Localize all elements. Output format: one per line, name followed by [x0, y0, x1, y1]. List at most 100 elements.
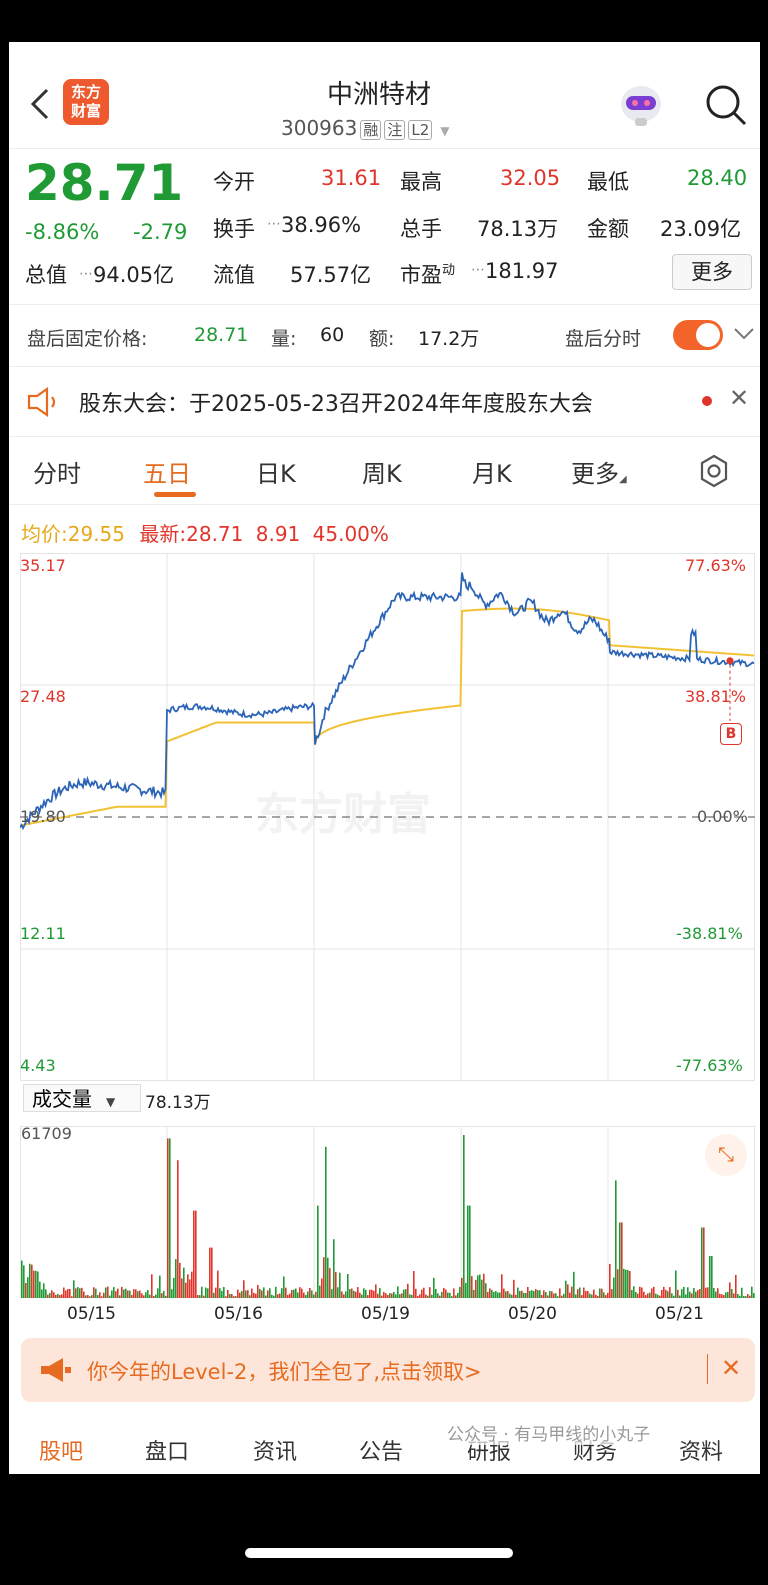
- banner-close-icon[interactable]: ✕: [721, 1354, 741, 1382]
- volume-bar: [231, 1294, 233, 1298]
- volume-bar: [629, 1271, 631, 1298]
- bottom-tab-profile[interactable]: 资料: [679, 1434, 723, 1466]
- tab-day-k[interactable]: 日K: [256, 454, 296, 489]
- tag-margin: 融: [360, 120, 382, 140]
- robot-assistant-icon[interactable]: [617, 82, 665, 128]
- volume-bar: [43, 1283, 45, 1298]
- volume-bar: [619, 1222, 621, 1298]
- info-circle-icon[interactable]: ⋯: [267, 216, 281, 232]
- volume-bar: [393, 1291, 395, 1298]
- app-logo: 东方 财富: [63, 79, 109, 125]
- tab-week-k[interactable]: 周K: [362, 454, 402, 489]
- volume-bar: [605, 1295, 607, 1298]
- after-hours-toggle[interactable]: [673, 320, 723, 350]
- volume-bar: [459, 1286, 461, 1298]
- volume-bar: [593, 1289, 595, 1298]
- right-tick: -77.63%: [676, 1056, 743, 1075]
- date-label: 05/15: [67, 1304, 116, 1324]
- volume-bar: [157, 1288, 159, 1298]
- volume-bar: [295, 1288, 297, 1298]
- volume-bar: [413, 1271, 415, 1298]
- volume-bar: [93, 1287, 95, 1298]
- date-label: 05/21: [655, 1304, 704, 1324]
- bottom-tab-news[interactable]: 资讯: [253, 1434, 297, 1466]
- tag-attention: 注: [384, 120, 406, 140]
- volume-bar: [111, 1290, 113, 1298]
- volume-bar: [55, 1294, 57, 1298]
- volume-bar: [705, 1287, 707, 1298]
- volume-bar: [241, 1290, 243, 1298]
- stock-name: 中洲特材: [327, 80, 432, 110]
- volume-bar: [681, 1289, 683, 1298]
- volume-bar: [143, 1295, 145, 1298]
- right-tick: 0.00%: [697, 807, 748, 826]
- volume-bar: [695, 1291, 697, 1298]
- more-quote-button[interactable]: 更多: [672, 254, 752, 290]
- volume-bar: [119, 1295, 121, 1298]
- search-icon[interactable]: [703, 82, 749, 128]
- volume-bar: [251, 1288, 253, 1298]
- volume-bar: [285, 1287, 287, 1298]
- bottom-tab-guba[interactable]: 股吧: [39, 1434, 83, 1466]
- volume-bar: [519, 1290, 521, 1298]
- volume-bar: [83, 1291, 85, 1298]
- volume-bar: [509, 1293, 511, 1298]
- volume-selector[interactable]: 成交量 ▼: [23, 1084, 141, 1112]
- volume-bar: [37, 1271, 39, 1298]
- volume-bar: [323, 1257, 325, 1298]
- info-circle-icon[interactable]: ⋯: [471, 262, 485, 278]
- volume-bar: [257, 1284, 259, 1298]
- volume-bar: [725, 1292, 727, 1298]
- volume-bar: [493, 1292, 495, 1298]
- volume-bar: [653, 1286, 655, 1298]
- volume-bar: [387, 1294, 389, 1298]
- price-chart[interactable]: [20, 553, 755, 1081]
- volume-bar: [287, 1294, 289, 1298]
- volume-bar: [711, 1256, 713, 1298]
- tab-month-k[interactable]: 月K: [472, 454, 512, 489]
- volume-bar: [533, 1291, 535, 1298]
- info-circle-icon[interactable]: ⋯: [79, 266, 93, 282]
- volume-bar: [451, 1296, 453, 1298]
- volume-bar: [429, 1287, 431, 1298]
- banner-text[interactable]: 你今年的Level-2，我们全包了,点击领取>: [87, 1356, 482, 1386]
- back-arrow-icon[interactable]: [27, 86, 51, 122]
- volume-bar: [89, 1296, 91, 1298]
- notice-text[interactable]: 股东大会：于2025-05-23召开2024年年度股东大会: [79, 386, 593, 418]
- bottom-tab-pankou[interactable]: 盘口: [145, 1434, 189, 1466]
- volume-bar: [425, 1294, 427, 1298]
- turnover-value: ⋯38.96%: [267, 213, 362, 237]
- left-tick: 19.80: [20, 807, 66, 826]
- volume-bar: [59, 1295, 61, 1298]
- volume-bar: [229, 1293, 231, 1298]
- volume-bar: [527, 1287, 529, 1298]
- volume-bar: [477, 1275, 479, 1298]
- volume-bar: [263, 1287, 265, 1298]
- volume-bar: [703, 1227, 705, 1298]
- volume-bar: [715, 1291, 717, 1298]
- volume-bar: [331, 1289, 333, 1298]
- volume-bar: [175, 1259, 177, 1298]
- tab-five-day[interactable]: 五日: [143, 454, 191, 489]
- volume-bar: [557, 1296, 559, 1298]
- tab-more[interactable]: 更多◢: [571, 454, 627, 489]
- volume-bar: [217, 1270, 219, 1298]
- volume-bar: [551, 1291, 553, 1298]
- home-indicator[interactable]: [245, 1548, 513, 1558]
- volume-bar: [599, 1288, 601, 1298]
- volume-bar: [713, 1287, 715, 1298]
- volume-chart[interactable]: [20, 1118, 755, 1298]
- settings-gear-icon[interactable]: [697, 454, 731, 488]
- bottom-tab-announcement[interactable]: 公告: [359, 1434, 403, 1466]
- volume-bar: [35, 1270, 37, 1298]
- tab-timeshare[interactable]: 分时: [33, 454, 81, 489]
- expand-icon[interactable]: ⤡: [705, 1134, 747, 1176]
- volume-bar: [317, 1205, 319, 1298]
- level2-banner[interactable]: 你今年的Level-2，我们全包了,点击领取> ✕: [21, 1338, 755, 1402]
- dropdown-caret-icon[interactable]: ▼: [440, 124, 449, 138]
- close-icon[interactable]: ✕: [729, 384, 749, 412]
- volume-bar: [121, 1286, 123, 1298]
- high-label: 最高: [400, 170, 442, 194]
- chevron-down-icon[interactable]: [733, 326, 755, 342]
- buy-marker[interactable]: B: [720, 723, 742, 745]
